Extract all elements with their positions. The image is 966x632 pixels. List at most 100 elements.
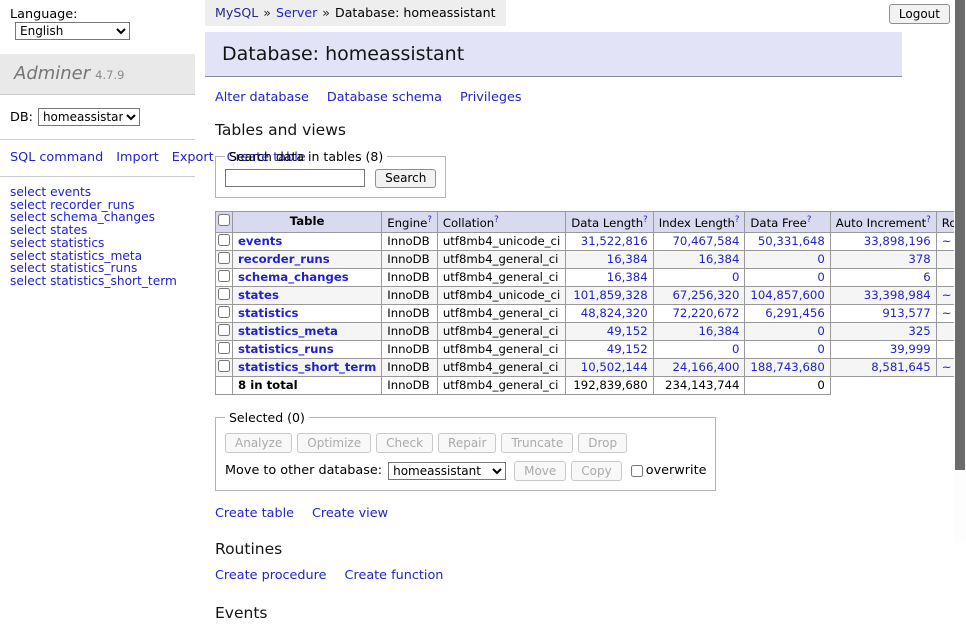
cell-data-length: 49,152 bbox=[566, 340, 653, 358]
link-create-view[interactable]: Create view bbox=[312, 506, 388, 521]
cell-data-free: 188,743,680 bbox=[745, 358, 830, 376]
link-alter-database[interactable]: Alter database bbox=[215, 90, 309, 105]
table-link-statistics[interactable]: statistics bbox=[238, 306, 298, 320]
link-privileges[interactable]: Privileges bbox=[460, 90, 522, 105]
cell-collation: utf8mb4_unicode_ci bbox=[437, 232, 565, 250]
db-row: DB:homeassistant bbox=[0, 95, 195, 139]
cell-data-length: 101,859,328 bbox=[566, 286, 653, 304]
breadcrumb-separator: » bbox=[322, 5, 330, 20]
routines-links: Create procedure Create function bbox=[215, 568, 966, 583]
table-header-row: TableEngine?Collation?Data Length?Index … bbox=[216, 212, 966, 233]
cell-engine: InnoDB bbox=[382, 286, 438, 304]
total-label: 8 in total bbox=[233, 376, 382, 394]
search-input[interactable] bbox=[225, 169, 365, 187]
logout-button[interactable]: Logout bbox=[889, 4, 950, 24]
search-legend: Search data in tables (8) bbox=[225, 149, 387, 164]
repair-button[interactable]: Repair bbox=[438, 433, 496, 453]
cell-data-free: 0 bbox=[745, 322, 830, 340]
link-create-procedure[interactable]: Create procedure bbox=[215, 568, 327, 583]
move-button[interactable]: Move bbox=[514, 461, 566, 481]
table-link-events[interactable]: events bbox=[238, 234, 282, 248]
row-checkbox[interactable] bbox=[218, 270, 230, 282]
select-all-checkbox[interactable] bbox=[218, 214, 230, 226]
cell-table-name: recorder_runs bbox=[233, 250, 382, 268]
row-checkbox[interactable] bbox=[218, 360, 230, 372]
row-checkbox[interactable] bbox=[218, 324, 230, 336]
column-header-table: Table bbox=[233, 212, 382, 233]
cell-table-name: states bbox=[233, 286, 382, 304]
table-row: statistics_metaInnoDButf8mb4_general_ci4… bbox=[216, 322, 966, 340]
tables-heading: Tables and views bbox=[215, 121, 966, 139]
language-select[interactable]: English bbox=[15, 22, 130, 40]
row-checkbox[interactable] bbox=[218, 342, 230, 354]
cell-auto-increment: 378 bbox=[830, 250, 936, 268]
help-icon[interactable]: ? bbox=[643, 215, 648, 225]
cell-collation: utf8mb4_general_ci bbox=[437, 304, 565, 322]
sidebar-action-sql-command[interactable]: SQL command bbox=[10, 150, 103, 165]
analyze-button[interactable]: Analyze bbox=[225, 433, 292, 453]
copy-button[interactable]: Copy bbox=[571, 461, 621, 481]
create-links: Create table Create view bbox=[215, 506, 966, 521]
vertical-scrollbar[interactable] bbox=[954, 0, 966, 543]
sidebar-select-statistics[interactable]: select statistics bbox=[10, 237, 185, 250]
row-checkbox[interactable] bbox=[218, 252, 230, 264]
table-link-statistics-short-term[interactable]: statistics_short_term bbox=[238, 360, 376, 374]
row-checkbox[interactable] bbox=[218, 306, 230, 318]
help-icon[interactable]: ? bbox=[735, 215, 740, 225]
cell-data-length: 16,384 bbox=[566, 268, 653, 286]
cell-table-name: statistics bbox=[233, 304, 382, 322]
language-row: Language:English bbox=[0, 0, 195, 45]
row-checkbox[interactable] bbox=[218, 288, 230, 300]
sidebar-select-states[interactable]: select states bbox=[10, 224, 185, 237]
total-index-length: 234,143,744 bbox=[653, 376, 745, 394]
db-select[interactable]: homeassistant bbox=[38, 108, 140, 126]
topbar: MySQL»Server»Database: homeassistant Log… bbox=[205, 0, 966, 25]
truncate-button[interactable]: Truncate bbox=[501, 433, 573, 453]
main-area: MySQL»Server»Database: homeassistant Log… bbox=[195, 0, 966, 632]
help-icon[interactable]: ? bbox=[807, 215, 812, 225]
cell-index-length: 16,384 bbox=[653, 250, 745, 268]
cell-data-length: 31,522,816 bbox=[566, 232, 653, 250]
scrollbar-thumb[interactable] bbox=[955, 0, 965, 470]
database-links: Alter database Database schema Privileges bbox=[215, 90, 966, 105]
cell-table-name: schema_changes bbox=[233, 268, 382, 286]
link-database-schema[interactable]: Database schema bbox=[327, 90, 442, 105]
link-create-function[interactable]: Create function bbox=[345, 568, 444, 583]
help-icon[interactable]: ? bbox=[926, 215, 931, 225]
table-row: statistics_runsInnoDButf8mb4_general_ci4… bbox=[216, 340, 966, 358]
cell-auto-increment: 6 bbox=[830, 268, 936, 286]
breadcrumb-link-mysql[interactable]: MySQL bbox=[215, 5, 258, 20]
sidebar-select-statistics-short-term[interactable]: select statistics_short_term bbox=[10, 275, 185, 288]
help-icon[interactable]: ? bbox=[494, 215, 499, 225]
overwrite-checkbox[interactable] bbox=[631, 465, 643, 477]
drop-button[interactable]: Drop bbox=[578, 433, 627, 453]
cell-engine: InnoDB bbox=[382, 268, 438, 286]
breadcrumb-current: Database: homeassistant bbox=[335, 5, 496, 20]
table-link-statistics-runs[interactable]: statistics_runs bbox=[238, 342, 334, 356]
check-button[interactable]: Check bbox=[376, 433, 433, 453]
link-create-table[interactable]: Create table bbox=[215, 506, 294, 521]
move-db-select[interactable]: homeassistant bbox=[388, 462, 506, 480]
total-data-length: 192,839,680 bbox=[566, 376, 653, 394]
total-collation: utf8mb4_general_ci bbox=[437, 376, 565, 394]
app-name[interactable]: Adminer bbox=[14, 63, 90, 84]
sidebar-select-events[interactable]: select events bbox=[10, 186, 185, 199]
breadcrumb-link-server[interactable]: Server bbox=[276, 5, 317, 20]
table-link-statistics-meta[interactable]: statistics_meta bbox=[238, 324, 338, 338]
row-checkbox[interactable] bbox=[218, 234, 230, 246]
cell-table-name: statistics_runs bbox=[233, 340, 382, 358]
cell-index-length: 16,384 bbox=[653, 322, 745, 340]
cell-auto-increment: 325 bbox=[830, 322, 936, 340]
table-link-states[interactable]: states bbox=[238, 288, 279, 302]
optimize-button[interactable]: Optimize bbox=[297, 433, 371, 453]
cell-data-free: 0 bbox=[745, 268, 830, 286]
cell-engine: InnoDB bbox=[382, 340, 438, 358]
cell-auto-increment: 39,999 bbox=[830, 340, 936, 358]
page-layout: Language:English Adminer4.7.9 DB:homeass… bbox=[0, 0, 966, 632]
table-link-recorder-runs[interactable]: recorder_runs bbox=[238, 252, 330, 266]
sidebar-action-import[interactable]: Import bbox=[116, 150, 158, 165]
help-icon[interactable]: ? bbox=[427, 215, 432, 225]
search-button[interactable]: Search bbox=[375, 169, 436, 188]
table-link-schema-changes[interactable]: schema_changes bbox=[238, 270, 349, 284]
selected-fieldset: Selected (0) AnalyzeOptimizeCheckRepairT… bbox=[215, 410, 716, 491]
